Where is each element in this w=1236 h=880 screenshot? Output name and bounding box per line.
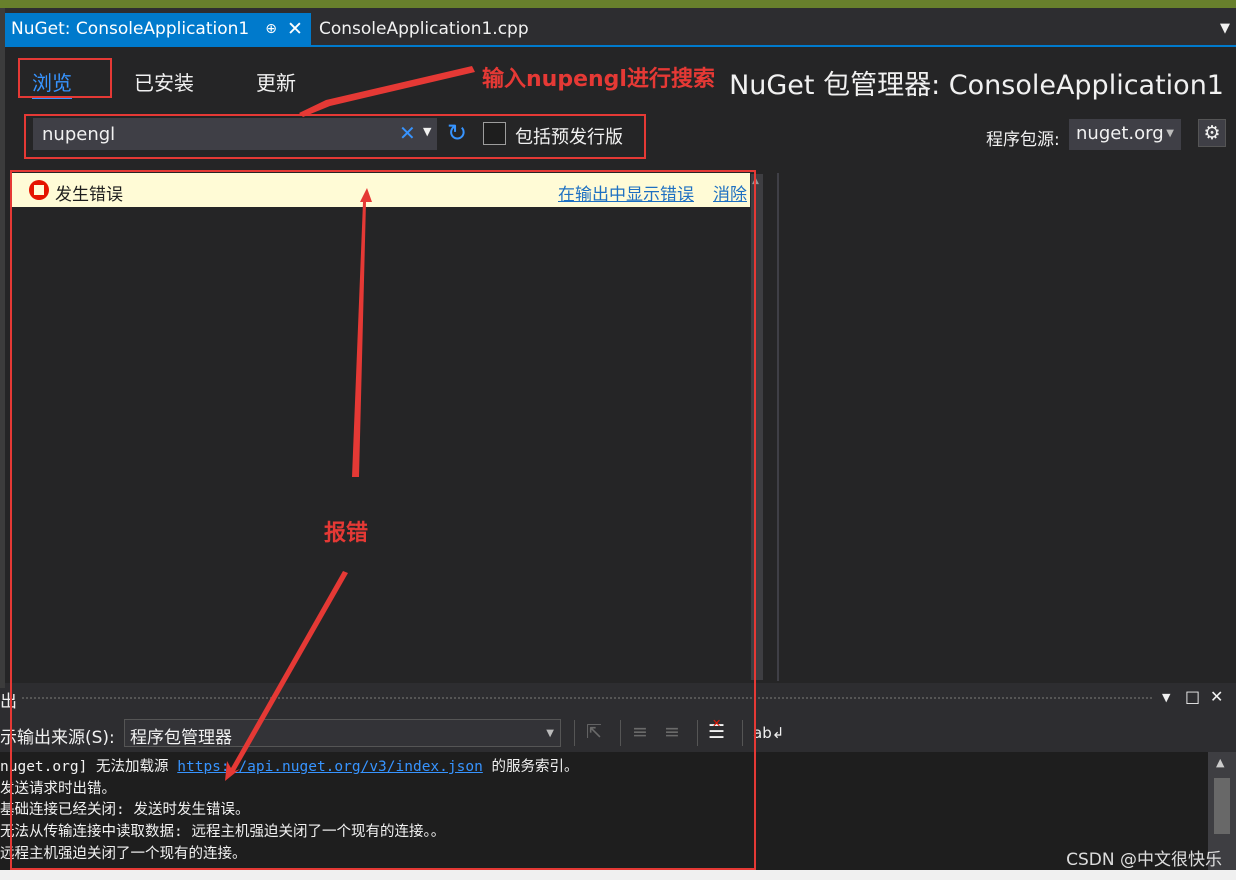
chevron-down-icon: ▼ <box>1166 128 1174 139</box>
tab-cpp-file[interactable]: ConsoleApplication1.cpp <box>313 13 553 45</box>
watermark: CSDN @中文很快乐 <box>1066 850 1222 870</box>
tab-cpp-label: ConsoleApplication1.cpp <box>319 19 529 39</box>
word-wrap-icon[interactable]: ab↲ <box>753 724 784 742</box>
splitter[interactable] <box>777 173 779 681</box>
document-tab-bar: NuGet: ConsoleApplication1 ⊕ ✕ ConsoleAp… <box>5 13 1236 47</box>
maximize-icon[interactable]: □ <box>1185 687 1200 706</box>
desktop-top-strip <box>0 0 1236 8</box>
settings-button[interactable]: ⚙ <box>1198 119 1226 147</box>
pin-icon[interactable]: ⊕ <box>265 21 277 37</box>
tab-nuget-label: NuGet: ConsoleApplication1 <box>11 19 250 39</box>
scroll-thumb[interactable] <box>1214 778 1230 834</box>
package-details-pane <box>780 173 1236 681</box>
annotation-search-hint: 输入nupengl进行搜索 <box>482 67 715 92</box>
tab-list-dropdown-icon[interactable]: ▼ <box>1220 21 1230 36</box>
annotation-box-search <box>24 114 646 159</box>
annotation-error-hint: 报错 <box>324 521 369 546</box>
window-menu-dropdown-icon[interactable]: ▼ <box>1162 691 1170 704</box>
close-output-icon[interactable]: ✕ <box>1210 687 1223 706</box>
package-source-label: 程序包源: <box>986 130 1060 150</box>
page-title: NuGet 包管理器: ConsoleApplication1 <box>729 70 1224 101</box>
package-source-select[interactable]: nuget.org ▼ <box>1069 119 1181 150</box>
bottom-edge <box>0 870 1236 880</box>
annotation-box-error-area <box>10 170 756 870</box>
package-source-value: nuget.org <box>1076 123 1164 144</box>
close-icon[interactable]: ✕ <box>287 18 303 40</box>
tab-nuget[interactable]: NuGet: ConsoleApplication1 ⊕ ✕ <box>5 13 311 45</box>
tab-installed[interactable]: 已安装 <box>134 67 194 96</box>
annotation-box-browse-tab <box>18 58 112 98</box>
scroll-up-icon[interactable]: ▲ <box>1216 756 1224 769</box>
tab-updates[interactable]: 更新 <box>256 67 296 96</box>
gear-icon: ⚙ <box>1203 122 1221 144</box>
